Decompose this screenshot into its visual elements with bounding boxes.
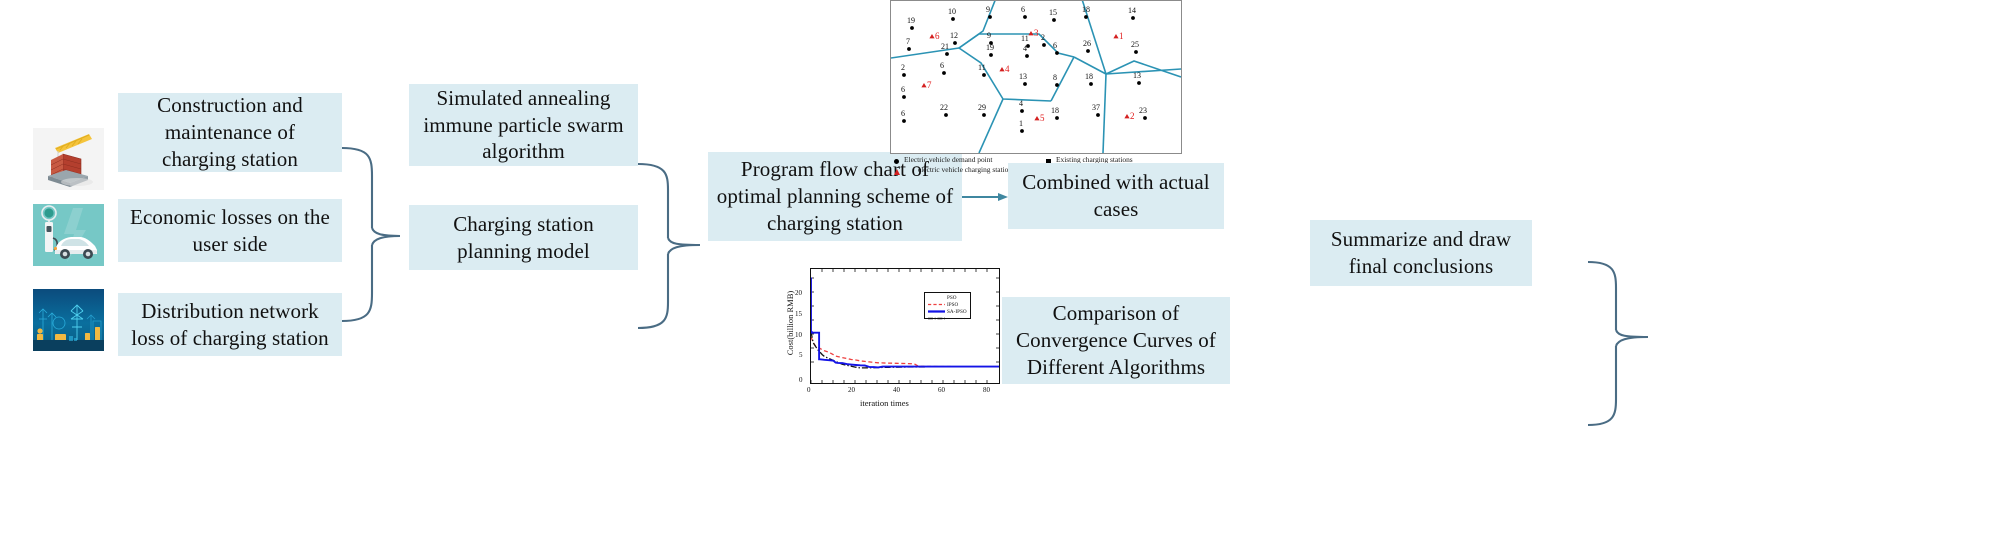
svg-text:11: 11 bbox=[1021, 34, 1029, 43]
chart-legend-item-pso: PSO bbox=[928, 295, 967, 306]
legend-label-ev-charging-station: electric vehicle charging station bbox=[917, 165, 1013, 175]
convergence-curve-chart: 20 15 10 5 0 0 20 40 60 80 iteration tim… bbox=[772, 262, 1012, 422]
svg-text:21: 21 bbox=[941, 42, 949, 51]
input-box-distribution[interactable]: Distribution network loss of charging st… bbox=[118, 293, 342, 356]
map-plot-area: 19 10 9 6 15 18 14 12 9 11 2 7 21 19 4 6… bbox=[890, 0, 1182, 154]
svg-text:12: 12 bbox=[950, 31, 958, 40]
svg-text:29: 29 bbox=[978, 103, 986, 112]
svg-text:8: 8 bbox=[1053, 73, 1057, 82]
svg-text:6: 6 bbox=[935, 31, 940, 41]
svg-text:4: 4 bbox=[1005, 64, 1010, 74]
chart-xaxis-label: iteration times bbox=[860, 398, 909, 408]
svg-text:10: 10 bbox=[948, 7, 956, 16]
input-label-distribution: Distribution network loss of charging st… bbox=[131, 298, 329, 350]
chart-ytick-10: 10 bbox=[795, 331, 802, 339]
svg-text:1: 1 bbox=[1119, 31, 1124, 41]
svg-text:15: 15 bbox=[1049, 8, 1057, 17]
chart-legend-item-sa-ipso: SA-IPSO bbox=[928, 309, 967, 320]
series-ipso bbox=[811, 277, 999, 369]
svg-text:13: 13 bbox=[1019, 72, 1027, 81]
svg-text:4: 4 bbox=[1023, 44, 1027, 53]
chart-xtick-0: 0 bbox=[807, 386, 811, 394]
svg-text:18: 18 bbox=[1082, 5, 1090, 14]
results-bracket bbox=[1587, 260, 1649, 427]
flow-to-cases-arrow bbox=[962, 193, 1008, 201]
crane-brick-icon bbox=[33, 128, 104, 190]
chart-xtick-40: 40 bbox=[893, 386, 900, 394]
method-bracket bbox=[637, 162, 701, 330]
chart-ytick-0: 0 bbox=[799, 376, 803, 384]
method-label-model: Charging station planning model bbox=[453, 211, 594, 263]
ev-charging-car-icon bbox=[33, 204, 104, 266]
svg-text:1: 1 bbox=[1019, 119, 1023, 128]
svg-text:6: 6 bbox=[940, 61, 944, 70]
svg-text:2: 2 bbox=[901, 63, 905, 72]
legend-ev-charging-station-icon bbox=[894, 169, 900, 176]
svg-text:23: 23 bbox=[1139, 106, 1147, 115]
legend-key-ipso-icon bbox=[928, 302, 945, 313]
method-label-sa-ipso: Simulated annealing immune particle swar… bbox=[423, 85, 624, 164]
svg-text:2: 2 bbox=[1130, 111, 1135, 121]
svg-text:6: 6 bbox=[901, 109, 905, 118]
svg-text:2: 2 bbox=[1041, 33, 1045, 42]
input-label-economic: Economic losses on the user side bbox=[130, 204, 330, 256]
svg-text:22: 22 bbox=[940, 103, 948, 112]
svg-text:37: 37 bbox=[1092, 103, 1100, 112]
legend-label-demand-point: Electric vehicle demand point bbox=[904, 155, 993, 164]
svg-text:25: 25 bbox=[1131, 40, 1139, 49]
svg-text:26: 26 bbox=[1083, 39, 1091, 48]
svg-text:18: 18 bbox=[1051, 106, 1059, 115]
svg-text:9: 9 bbox=[987, 31, 991, 40]
method-box-model[interactable]: Charging station planning model bbox=[409, 205, 638, 270]
chart-ytick-15: 15 bbox=[795, 310, 802, 318]
chart-legend: PSO IPSO SA-IPSO bbox=[924, 292, 971, 320]
svg-text:9: 9 bbox=[986, 5, 990, 14]
result-label-convergence: Comparison of Convergence Curves of Diff… bbox=[1016, 301, 1216, 379]
svg-text:13: 13 bbox=[1133, 71, 1141, 80]
research-framework-diagram: Construction and maintenance of charging… bbox=[0, 0, 2000, 534]
input-bracket bbox=[341, 146, 401, 323]
chart-legend-item-ipso: IPSO bbox=[928, 302, 967, 313]
legend-demand-point-icon bbox=[894, 159, 899, 164]
chart-plot-area bbox=[810, 268, 1000, 384]
chart-xtick-20: 20 bbox=[848, 386, 855, 394]
conclusion-label: Summarize and draw final conclusions bbox=[1330, 227, 1512, 278]
svg-text:11: 11 bbox=[978, 63, 986, 72]
svg-text:4: 4 bbox=[1019, 99, 1023, 108]
svg-text:3: 3 bbox=[1034, 28, 1039, 38]
svg-text:19: 19 bbox=[907, 16, 915, 25]
input-box-economic[interactable]: Economic losses on the user side bbox=[118, 199, 342, 262]
svg-text:6: 6 bbox=[1021, 5, 1025, 14]
chart-yaxis-label: Cost(billion RMB) bbox=[785, 290, 795, 356]
svg-text:14: 14 bbox=[1128, 6, 1136, 15]
result-box-convergence[interactable]: Comparison of Convergence Curves of Diff… bbox=[1002, 297, 1230, 384]
power-grid-icon bbox=[33, 289, 104, 351]
svg-text:19: 19 bbox=[986, 43, 994, 52]
result-label-actual-cases: Combined with actual cases bbox=[1022, 170, 1210, 221]
chart-ytick-5: 5 bbox=[799, 351, 803, 359]
result-box-actual-cases[interactable]: Combined with actual cases bbox=[1008, 163, 1224, 229]
svg-text:6: 6 bbox=[1053, 41, 1057, 50]
svg-text:7: 7 bbox=[906, 37, 910, 46]
svg-text:18: 18 bbox=[1085, 72, 1093, 81]
method-box-sa-ipso[interactable]: Simulated annealing immune particle swar… bbox=[409, 84, 638, 166]
input-box-construction[interactable]: Construction and maintenance of charging… bbox=[118, 93, 342, 172]
input-label-construction: Construction and maintenance of charging… bbox=[157, 93, 303, 171]
legend-key-pso-icon bbox=[928, 295, 945, 306]
chart-xtick-60: 60 bbox=[938, 386, 945, 394]
svg-text:7: 7 bbox=[927, 80, 932, 90]
svg-text:6: 6 bbox=[901, 85, 905, 94]
conclusion-box[interactable]: Summarize and draw final conclusions bbox=[1310, 220, 1532, 286]
chart-ytick-20: 20 bbox=[795, 289, 802, 297]
svg-text:5: 5 bbox=[1040, 113, 1045, 123]
legend-key-sa-ipso-icon bbox=[928, 309, 945, 320]
chart-xtick-80: 80 bbox=[983, 386, 990, 394]
